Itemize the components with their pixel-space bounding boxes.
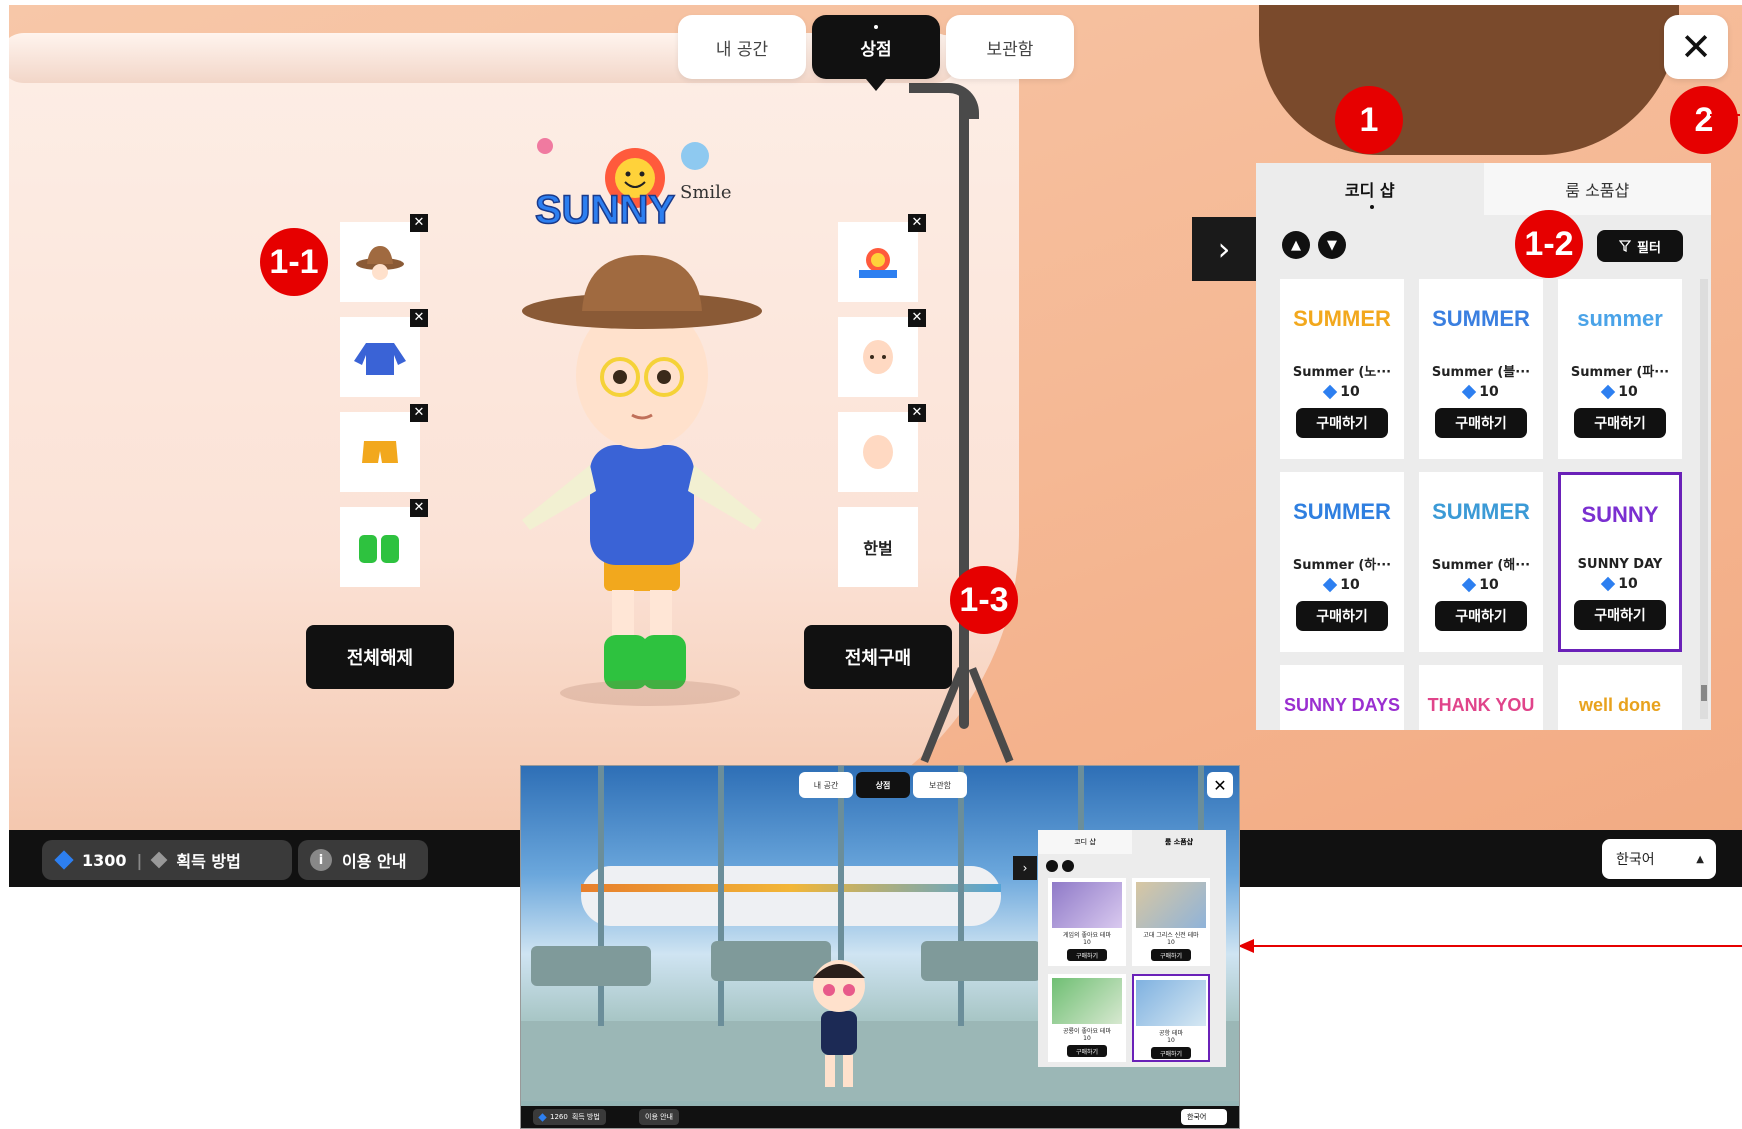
mini-tab-shop: 상점 xyxy=(856,772,910,798)
mini-item-name: 공항 테마 xyxy=(1159,1030,1183,1037)
mini-item-name: 게임의 좋아요 테마 xyxy=(1063,932,1111,939)
mini-shop-panel: 코디 샵 룸 소품샵 게임의 좋아요 테마 10 구매하기 고대 그리스 신전 … xyxy=(1038,830,1226,1067)
mini-item-card: 공룡이 좋아요 테마 10 구매하기 xyxy=(1048,974,1126,1062)
mini-item-name: 고대 그리스 신전 테마 xyxy=(1143,932,1199,939)
mini-gem-count: 1260 xyxy=(550,1113,568,1121)
mini-tab-storage: 보관함 xyxy=(913,772,967,798)
mini-item-thumbnail xyxy=(1052,978,1122,1024)
mini-chevron-right-icon: › xyxy=(1013,856,1037,880)
mini-item-price: 10 xyxy=(1083,939,1091,946)
mini-gem-status: 1260 획득 방법 xyxy=(533,1109,606,1125)
mini-buy-button: 구매하기 xyxy=(1151,949,1191,961)
mini-item-thumbnail xyxy=(1136,882,1206,928)
arrowhead-icon xyxy=(1238,939,1254,953)
mini-chevron-up-icon xyxy=(1046,860,1058,872)
mini-top-nav: 내 공간 상점 보관함 xyxy=(799,772,967,798)
mini-bottom-bar: 1260 획득 방법 이용 안내 한국어 xyxy=(521,1106,1239,1128)
mini-tab-outfit-shop: 코디 샵 xyxy=(1038,830,1132,854)
mini-scroll-buttons xyxy=(1046,860,1074,872)
mini-item-card: 고대 그리스 신전 테마 10 구매하기 xyxy=(1132,878,1210,966)
mini-tab-my-space: 내 공간 xyxy=(799,772,853,798)
mini-panel-tabs: 코디 샵 룸 소품샵 xyxy=(1038,830,1226,854)
mini-avatar xyxy=(813,960,865,1087)
mini-item-card: 게임의 좋아요 테마 10 구매하기 xyxy=(1048,878,1126,966)
mini-buy-button: 구매하기 xyxy=(1067,1045,1107,1057)
mini-guide-label: 이용 안내 xyxy=(645,1113,673,1121)
mini-language-select: 한국어 xyxy=(1181,1109,1227,1125)
mini-item-thumbnail xyxy=(1052,882,1122,928)
mini-buy-button: 구매하기 xyxy=(1067,949,1107,961)
mini-item-price: 10 xyxy=(1167,939,1175,946)
mini-item-thumbnail xyxy=(1136,980,1206,1026)
mini-chevron-down-icon xyxy=(1062,860,1074,872)
mini-close-icon: ✕ xyxy=(1207,772,1233,798)
mini-item-price: 10 xyxy=(1083,1035,1091,1042)
mini-item-grid: 게임의 좋아요 테마 10 구매하기 고대 그리스 신전 테마 10 구매하기 … xyxy=(1048,878,1210,1062)
mini-item-card-selected: 공항 테마 10 구매하기 xyxy=(1132,974,1210,1062)
mini-buy-button: 구매하기 xyxy=(1151,1047,1191,1059)
mini-item-price: 10 xyxy=(1167,1037,1175,1044)
waiting-chairs xyxy=(531,941,1041,986)
mini-how-to-get: 획득 방법 xyxy=(571,1113,600,1121)
mini-guide: 이용 안내 xyxy=(639,1109,679,1125)
mini-item-name: 공룡이 좋아요 테마 xyxy=(1063,1028,1111,1035)
mini-gem-icon xyxy=(538,1112,547,1122)
mini-tab-room-props-shop: 룸 소품샵 xyxy=(1132,830,1226,854)
airport-room-preview: 내 공간 상점 보관함 ✕ › 코디 샵 룸 소품샵 게임의 좋아요 테마 10… xyxy=(520,765,1240,1129)
